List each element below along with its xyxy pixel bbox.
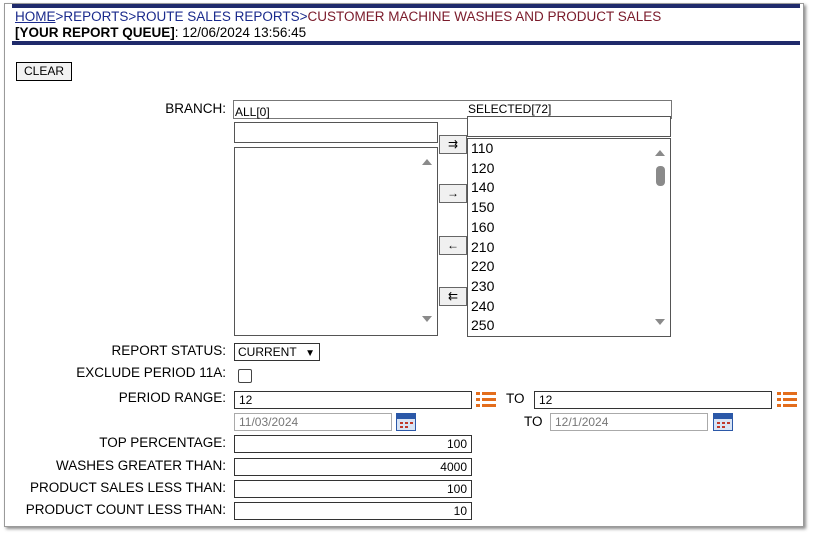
list-item[interactable]: 230 (468, 277, 648, 297)
all-list-header: ALL[0] (235, 105, 270, 119)
washes-greater-input[interactable]: 4000 (234, 458, 472, 476)
move-left-button[interactable]: ← (439, 236, 467, 255)
period-from-input[interactable]: 12 (234, 391, 472, 409)
exclude-period-label: EXCLUDE PERIOD 11A: (76, 365, 226, 380)
breadcrumb-route-sales[interactable]: ROUTE SALES REPORTS (136, 9, 299, 24)
period-from-list-icon[interactable] (476, 391, 498, 409)
chevron-down-icon: ▼ (305, 348, 315, 359)
list-item[interactable]: 250 (468, 316, 648, 336)
selected-filter-input[interactable] (467, 116, 671, 137)
list-item[interactable]: 220 (468, 257, 648, 277)
scrollbar-thumb[interactable] (656, 166, 665, 186)
report-status-select[interactable]: CURRENT ▼ (234, 343, 320, 361)
scroll-down-icon[interactable] (655, 319, 665, 325)
product-count-less-input[interactable]: 10 (234, 502, 472, 520)
header-bottom-bar (12, 41, 800, 45)
list-item[interactable]: 110 (468, 139, 648, 159)
breadcrumb-current: CUSTOMER MACHINE WASHES AND PRODUCT SALE… (307, 9, 662, 24)
period-to-list-icon[interactable] (777, 391, 799, 409)
report-queue-line: [YOUR REPORT QUEUE]: 12/06/2024 13:56:45 (15, 25, 795, 41)
top-percentage-label: TOP PERCENTAGE: (99, 435, 226, 450)
report-status-label: REPORT STATUS: (111, 343, 226, 358)
clear-button[interactable]: CLEAR (16, 62, 72, 81)
period-range-label: PERIOD RANGE: (118, 390, 226, 405)
scroll-up-icon[interactable] (422, 159, 432, 165)
period-to-input[interactable]: 12 (534, 391, 772, 409)
exclude-period-checkbox[interactable] (238, 369, 252, 383)
move-right-button[interactable]: → (439, 184, 467, 203)
all-filter-input[interactable] (234, 122, 438, 143)
all-branch-list[interactable] (234, 147, 438, 336)
selected-branch-list[interactable]: 110 120 140 150 160 210 220 230 240 250 (467, 138, 671, 337)
list-item[interactable]: 150 (468, 198, 648, 218)
branch-label: BRANCH: (165, 101, 226, 116)
calendar-icon[interactable] (396, 413, 416, 431)
list-item[interactable]: 120 (468, 159, 648, 179)
selected-list-header: SELECTED[72] (468, 102, 552, 116)
product-sales-less-label: PRODUCT SALES LESS THAN: (29, 480, 226, 495)
calendar-icon[interactable] (713, 413, 733, 431)
list-item[interactable]: 140 (468, 178, 648, 198)
breadcrumb-reports[interactable]: REPORTS (63, 9, 128, 24)
list-item[interactable]: 160 (468, 218, 648, 238)
breadcrumb: HOME>REPORTS>ROUTE SALES REPORTS>CUSTOME… (15, 9, 795, 25)
to-date-input[interactable]: 12/1/2024 (550, 413, 708, 431)
from-date-input[interactable]: 11/03/2024 (234, 413, 392, 431)
report-queue-link[interactable]: [YOUR REPORT QUEUE] (15, 25, 175, 40)
report-status-value: CURRENT (238, 345, 297, 359)
move-all-left-button[interactable]: ⇇ (439, 287, 467, 306)
top-percentage-input[interactable]: 100 (234, 435, 472, 453)
product-sales-less-input[interactable]: 100 (234, 480, 472, 498)
header-top-bar (12, 4, 800, 8)
scroll-up-icon[interactable] (655, 150, 665, 156)
scroll-down-icon[interactable] (422, 316, 432, 322)
date-to-label: TO (524, 414, 543, 429)
report-queue-timestamp: : 12/06/2024 13:56:45 (174, 25, 307, 40)
product-count-less-label: PRODUCT COUNT LESS THAN: (25, 502, 226, 517)
period-to-label: TO (506, 391, 525, 406)
list-item[interactable]: 240 (468, 297, 648, 317)
breadcrumb-home-link[interactable]: HOME (15, 9, 56, 24)
washes-greater-label: WASHES GREATER THAN: (55, 458, 226, 473)
page-header: HOME>REPORTS>ROUTE SALES REPORTS>CUSTOME… (15, 9, 795, 41)
move-all-right-button[interactable]: ⇉ (439, 135, 467, 154)
list-item[interactable]: 210 (468, 238, 648, 258)
